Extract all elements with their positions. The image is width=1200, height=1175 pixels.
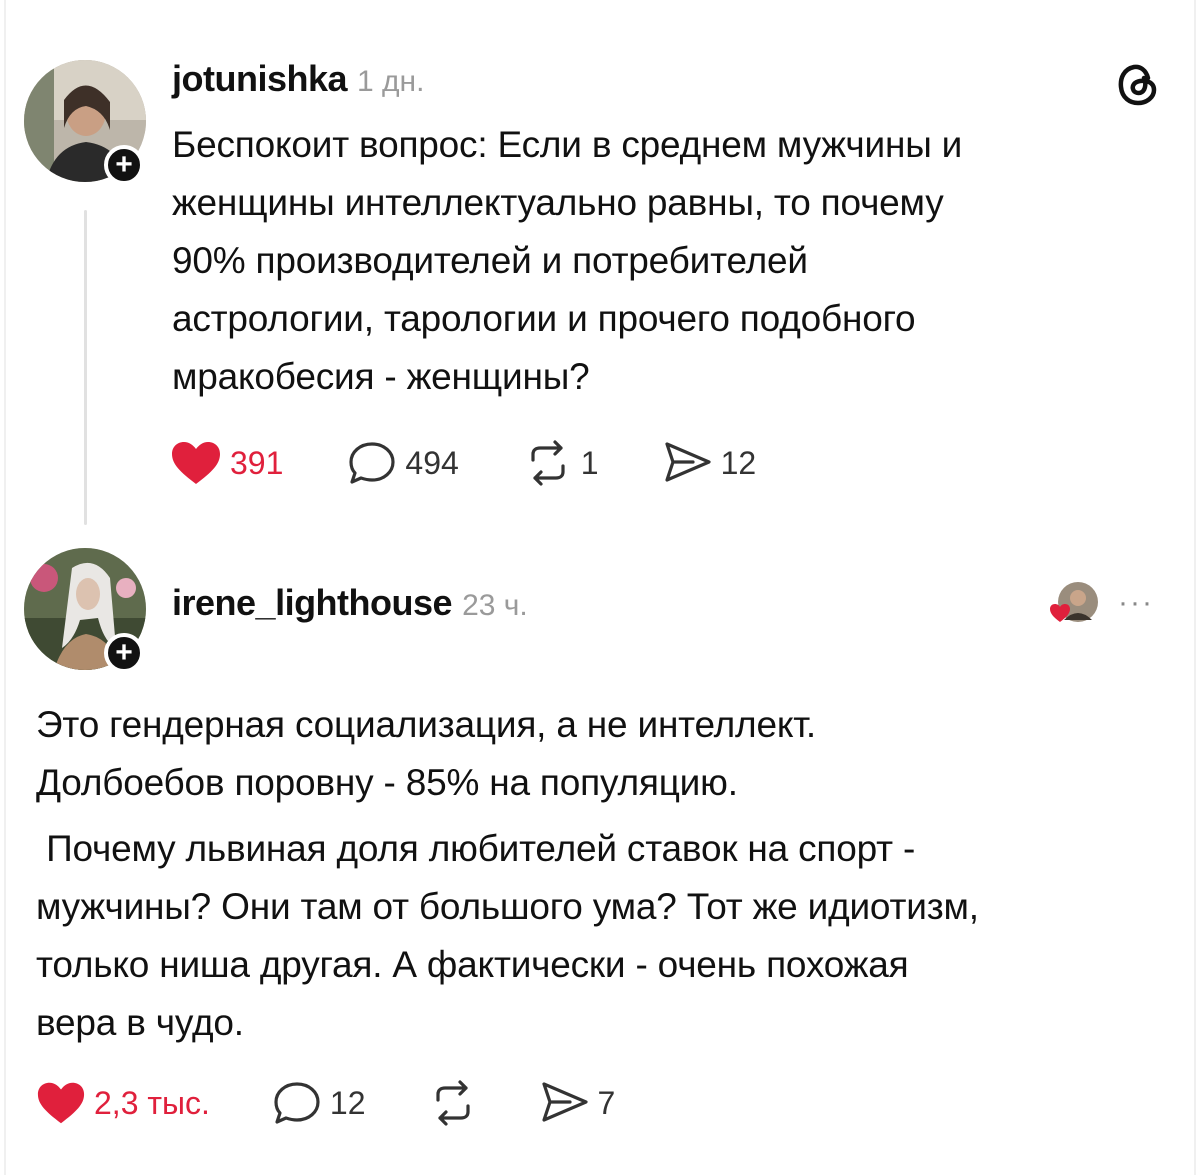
- post-time: 23 ч.: [462, 589, 528, 622]
- comment-count: 12: [329, 1084, 366, 1121]
- comment-icon: [349, 442, 395, 484]
- post-text-line: 90% производителей и потребителей: [172, 240, 808, 281]
- share-icon: [664, 442, 711, 482]
- threads-screenshot: + jotunishka 1 дн. Беспокоит вопрос: Есл…: [0, 0, 1200, 1175]
- post-header: irene_lighthouse 23 ч.: [172, 582, 528, 624]
- threads-logo-icon[interactable]: [1114, 60, 1162, 113]
- post-actions: 391 494 1 12: [170, 440, 756, 486]
- repost-button[interactable]: [428, 1080, 478, 1126]
- comment-icon: [274, 1082, 320, 1124]
- post-text-line: Беспокоит вопрос: Если в среднем мужчины…: [172, 124, 963, 165]
- post-text-line: мракобесия - женщины?: [172, 356, 590, 397]
- repost-count: 1: [580, 444, 599, 481]
- repost-icon: [531, 440, 565, 486]
- post-text-line: вера в чудо.: [36, 1002, 244, 1043]
- heart-icon: [37, 1082, 85, 1124]
- comment-button[interactable]: 12: [272, 1080, 366, 1126]
- share-button[interactable]: 12: [663, 440, 757, 486]
- username[interactable]: jotunishka: [172, 58, 348, 100]
- plus-icon: +: [115, 148, 133, 181]
- post-time: 1 дн.: [357, 65, 425, 98]
- post-text-line: Долбоебов поровну - 85% на популяцию.: [36, 762, 738, 803]
- post-text-line: Почему львиная доля любителей ставок на …: [36, 828, 916, 869]
- like-button[interactable]: 391: [170, 440, 283, 486]
- like-count: 2,3 тыс.: [94, 1084, 210, 1121]
- comment-count: 494: [405, 444, 459, 481]
- post-text-line: мужчины? Они там от большого ума? Тот же…: [36, 886, 979, 927]
- plus-icon: +: [115, 636, 133, 669]
- liked-by-author-icon: [1050, 582, 1098, 622]
- share-count: 7: [597, 1084, 616, 1121]
- post-text: Беспокоит вопрос: Если в среднем мужчины…: [172, 116, 1172, 406]
- like-count: 391: [230, 444, 284, 481]
- author-liked-avatar[interactable]: [1050, 580, 1098, 624]
- post-text-line: женщины интеллектуально равны, то почему: [172, 182, 944, 223]
- repost-icon: [435, 1080, 470, 1126]
- thread-connector-line: [84, 210, 87, 525]
- more-options-button[interactable]: ···: [1118, 586, 1154, 620]
- post-text: Это гендерная социализация, а не интелле…: [36, 696, 1176, 1052]
- repost-button[interactable]: 1: [523, 440, 599, 486]
- post-text-line: только ниша другая. А фактически - очень…: [36, 944, 909, 985]
- post-text-line: Это гендерная социализация, а не интелле…: [36, 704, 816, 745]
- share-button[interactable]: 7: [540, 1080, 616, 1126]
- follow-plus-button[interactable]: +: [104, 633, 144, 673]
- post-actions: 2,3 тыс. 12 7: [36, 1080, 615, 1126]
- post-jotunishka: + jotunishka 1 дн. Беспокоит вопрос: Есл…: [0, 0, 1200, 540]
- share-count: 12: [720, 444, 757, 481]
- post-irene-lighthouse: + irene_lighthouse 23 ч. ··· Это гендерн…: [0, 540, 1200, 1175]
- like-button[interactable]: 2,3 тыс.: [36, 1080, 210, 1126]
- comment-button[interactable]: 494: [347, 440, 459, 486]
- post-text-line: астрологии, тарологии и прочего подобног…: [172, 298, 916, 339]
- heart-icon: [172, 442, 220, 484]
- follow-plus-button[interactable]: +: [104, 145, 144, 185]
- share-icon: [541, 1082, 588, 1122]
- post-header: jotunishka 1 дн.: [172, 58, 424, 100]
- username[interactable]: irene_lighthouse: [172, 582, 453, 624]
